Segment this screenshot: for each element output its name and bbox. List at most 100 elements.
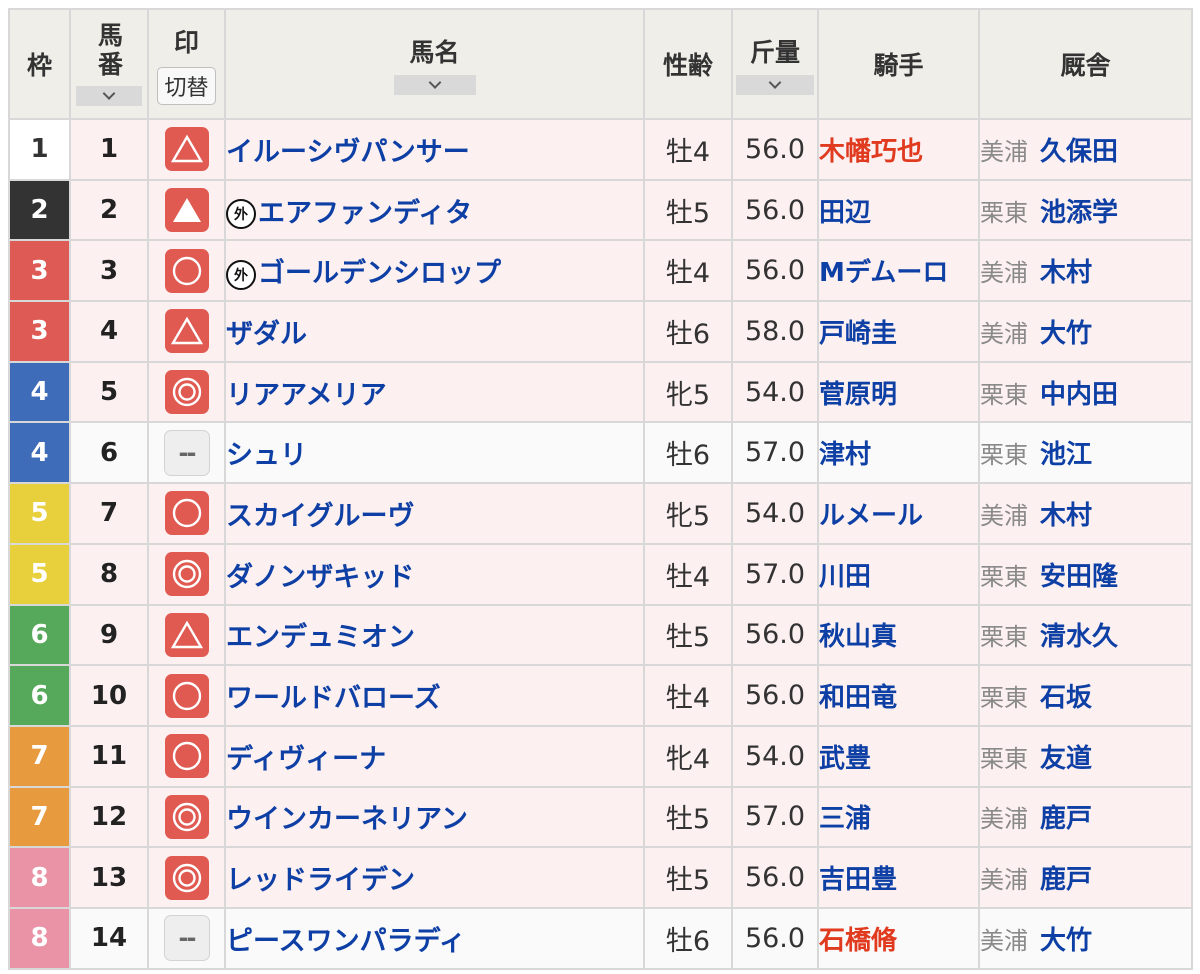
horse-number: 5 [99,377,119,408]
jockey-cell: Mデムーロ [817,239,980,303]
no-mark-button[interactable]: -- [163,429,210,476]
filled-triangle-mark-icon[interactable] [164,188,209,233]
horse-name-link[interactable]: ゴールデンシロップ [258,258,501,289]
stable-cell: 栗東 安田隆 [978,542,1193,606]
jockey-name-link[interactable]: 和田竜 [819,683,897,713]
header-stable-label: 厩舎 [1060,51,1111,80]
horse-name-link[interactable]: ザダル [226,319,307,350]
double-circle-mark-icon[interactable] [164,552,209,597]
jockey-name-link[interactable]: 武豊 [819,744,871,774]
circle-mark-icon[interactable] [164,248,209,293]
triangle-mark-icon[interactable] [164,612,209,657]
sex-age-cell: 牡6 [643,300,733,363]
jockey-name-link[interactable]: 津村 [819,440,871,470]
horse-name-link[interactable]: ウインカーネリアン [226,804,468,835]
horse-name-link[interactable]: リアアメリア [226,380,387,411]
horse-name-link[interactable]: ワールドバローズ [226,683,441,714]
trainer-name-link[interactable]: 鹿戸 [1040,804,1092,834]
sex-age: 牝4 [665,743,711,775]
triangle-mark-icon[interactable] [164,127,209,172]
horse-name-link[interactable]: レッドライデン [226,865,415,896]
horse-name-link[interactable]: スカイグルーヴ [226,501,414,532]
horse-number: 3 [99,255,119,286]
double-circle-mark-icon[interactable] [164,370,209,415]
umaban-sort-chevron-icon[interactable] [76,86,142,106]
horse-name-cell: ザダル [224,300,645,363]
circle-mark-icon[interactable] [164,491,209,536]
trainer-name-link[interactable]: 池江 [1040,440,1092,470]
trainer-name-link[interactable]: 池添学 [1040,198,1118,228]
jockey-name-link[interactable]: ルメール [819,501,923,531]
triangle-mark-icon[interactable] [164,309,209,354]
trainer-name-link[interactable]: 石坂 [1040,683,1092,713]
jockey-name-link[interactable]: Mデムーロ [819,258,948,288]
horse-number: 6 [99,437,119,468]
weight-cell: 54.0 [731,724,819,788]
horse-name-link[interactable]: イルーシヴパンサー [226,137,470,168]
jockey-name-link[interactable]: 田辺 [819,198,871,228]
mark-cell [147,664,226,727]
name-sort-chevron-icon[interactable] [393,75,476,95]
jockey-name-link[interactable]: 三浦 [819,804,871,834]
trainer-name-link[interactable]: 中内田 [1040,380,1118,410]
trainer-name-link[interactable]: 木村 [1040,258,1092,288]
double-circle-mark-icon[interactable] [164,855,209,900]
table-row: 5 8 ダノンザキッド 牡4 57.0 川田 栗東 安田隆 [8,542,1193,606]
horse-name-link[interactable]: ピースワンパラディ [226,926,466,957]
external-horse-badge-icon: 外 [226,199,256,230]
stable-region: 美浦 [980,137,1028,166]
trainer-name-link[interactable]: 鹿戸 [1040,865,1092,895]
horse-name-link[interactable]: エアファンディタ [258,198,472,229]
frame-number-cell: 5 [8,482,71,545]
carried-weight: 57.0 [744,801,806,833]
mark-toggle-button[interactable]: 切替 [157,67,216,105]
no-mark-button[interactable]: -- [163,915,210,962]
trainer-name-link[interactable]: 久保田 [1040,137,1118,167]
trainer-name-link[interactable]: 木村 [1040,501,1092,531]
sex-age-cell: 牡6 [643,421,733,485]
stable-region: 美浦 [980,805,1028,834]
header-mark-label: 印 [173,28,199,57]
stable-region: 栗東 [980,744,1028,773]
circle-mark-icon[interactable] [164,673,209,718]
horse-number-cell: 9 [69,603,149,667]
jockey-cell: 秋山真 [817,603,980,667]
horse-name-link[interactable]: ディヴィーナ [226,744,386,775]
circle-mark-icon[interactable] [164,734,209,779]
jockey-name-link[interactable]: 吉田豊 [819,865,897,895]
weight-sort-chevron-icon[interactable] [736,75,814,95]
table-row: 8 13 レッドライデン 牡5 56.0 吉田豊 美浦 鹿戸 [8,846,1193,909]
weight-cell: 56.0 [731,118,819,181]
horse-name-link[interactable]: ダノンザキッド [226,562,414,593]
mark-cell: -- [147,906,226,970]
horse-name-cell: レッドライデン [224,846,645,909]
trainer-name-link[interactable]: 大竹 [1040,926,1092,956]
trainer-name-link[interactable]: 清水久 [1040,622,1118,652]
table-row: 4 6 -- シュリ 牡6 57.0 津村 栗東 池江 [8,421,1193,485]
trainer-name-link[interactable]: 安田隆 [1040,562,1118,592]
horse-name-link[interactable]: エンデュミオン [226,622,415,653]
horse-name-link[interactable]: シュリ [226,440,307,471]
weight-cell: 56.0 [731,906,819,970]
double-circle-mark-icon[interactable] [164,794,209,839]
frame-number: 4 [30,377,49,408]
carried-weight: 57.0 [744,558,806,590]
jockey-name-link[interactable]: 石橋脩 [819,926,897,956]
stable-region: 美浦 [980,926,1028,955]
jockey-name-link[interactable]: 川田 [819,562,871,592]
trainer-name-link[interactable]: 大竹 [1040,319,1092,349]
trainer-name-link[interactable]: 友道 [1040,744,1092,774]
jockey-name-link[interactable]: 菅原明 [819,380,897,410]
mark-cell [147,724,226,788]
horse-name-cell: ウインカーネリアン [224,785,645,849]
sex-age-cell: 牝5 [643,482,733,545]
horse-number: 8 [99,559,119,590]
header-name: 馬名 [224,8,645,120]
jockey-name-link[interactable]: 戸崎圭 [819,319,897,349]
jockey-cell: ルメール [817,482,980,545]
stable-region: 栗東 [980,380,1028,409]
jockey-name-link[interactable]: 木幡巧也 [819,137,923,167]
weight-cell: 57.0 [731,785,819,849]
jockey-name-link[interactable]: 秋山真 [819,622,897,652]
carried-weight: 56.0 [744,255,806,287]
